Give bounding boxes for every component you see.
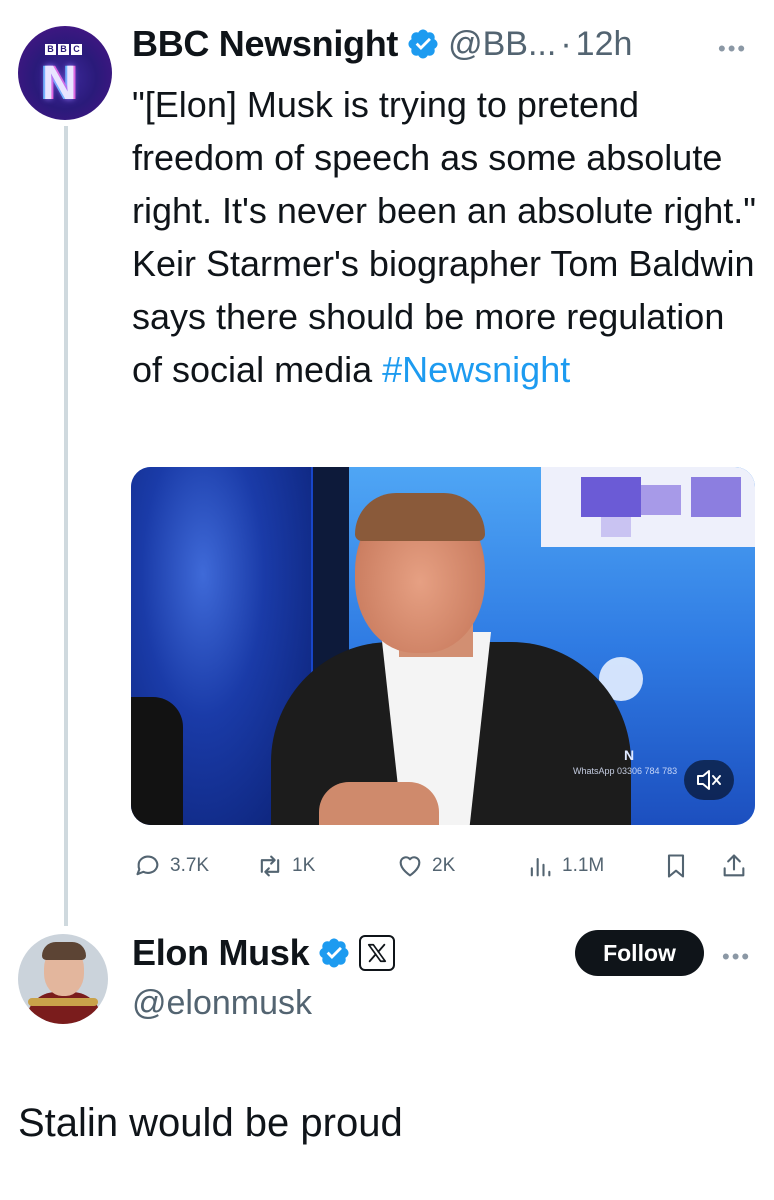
share-icon (723, 854, 745, 877)
avatar-body (26, 992, 102, 1024)
tweet2-text: Stalin would be proud (18, 1101, 403, 1145)
author-handle[interactable]: @elonmusk (132, 984, 312, 1023)
repost-count: 1K (292, 855, 316, 876)
video-channel-logo: N (624, 747, 635, 763)
tweet1-text: "[Elon] Musk is trying to pretend freedo… (132, 78, 757, 396)
like-button[interactable]: 2K (396, 846, 455, 886)
tweet2-header: Elon Musk (132, 930, 396, 976)
views-button[interactable]: 1.1M (526, 846, 604, 886)
like-icon (399, 856, 421, 877)
verified-badge-icon[interactable] (317, 936, 351, 970)
avatar-hair (42, 942, 86, 960)
repost-button[interactable]: 1K (256, 846, 315, 886)
bbc-logo-blocks: BBC (45, 44, 82, 55)
newsnight-n-mark: N (42, 57, 77, 110)
author-handle[interactable]: @BB... (448, 25, 556, 64)
tweet1-body: "[Elon] Musk is trying to pretend freedo… (132, 84, 757, 390)
tweet1-action-bar: 3.7K 1K 2K 1.1M (132, 846, 756, 886)
video-watermark: WhatsApp 03306 784 783 (573, 766, 678, 776)
views-count: 1.1M (562, 855, 605, 876)
video-man-hair (355, 493, 485, 541)
repost-icon (260, 855, 280, 877)
author-name[interactable]: Elon Musk (132, 932, 310, 974)
tweet-video[interactable]: N WhatsApp 03306 784 783 (131, 467, 755, 825)
avatar-armor (28, 998, 98, 1006)
time-separator: · (560, 24, 572, 63)
mute-icon (697, 770, 721, 790)
bookmark-button[interactable] (662, 846, 698, 886)
share-button[interactable] (720, 846, 756, 886)
thread-connector-line (64, 126, 68, 926)
video-pixelated-area (541, 467, 755, 547)
more-icon[interactable]: ••• (718, 36, 747, 62)
tweet-time[interactable]: 12h (576, 25, 633, 64)
video-side-person (131, 697, 183, 825)
reply-icon (136, 855, 159, 876)
reply-count: 3.7K (170, 855, 210, 876)
reply-button[interactable]: 3.7K (134, 846, 209, 886)
verified-badge-icon[interactable] (406, 27, 440, 61)
hashtag-link[interactable]: #Newsnight (382, 349, 570, 390)
views-icon (530, 857, 551, 877)
video-man-hands (319, 782, 439, 825)
bbc-newsnight-avatar[interactable]: BBC N (18, 26, 112, 120)
follow-button[interactable]: Follow (575, 930, 704, 976)
bookmark-icon (667, 854, 685, 878)
author-name[interactable]: BBC Newsnight (132, 23, 398, 65)
mute-button[interactable] (684, 760, 734, 800)
x-logo-icon[interactable] (359, 935, 396, 971)
more-icon[interactable]: ••• (722, 944, 751, 970)
elon-musk-avatar[interactable] (18, 934, 108, 1024)
tweet1-header: BBC Newsnight @BB... · 12h (132, 22, 632, 66)
like-count: 2K (432, 855, 456, 876)
